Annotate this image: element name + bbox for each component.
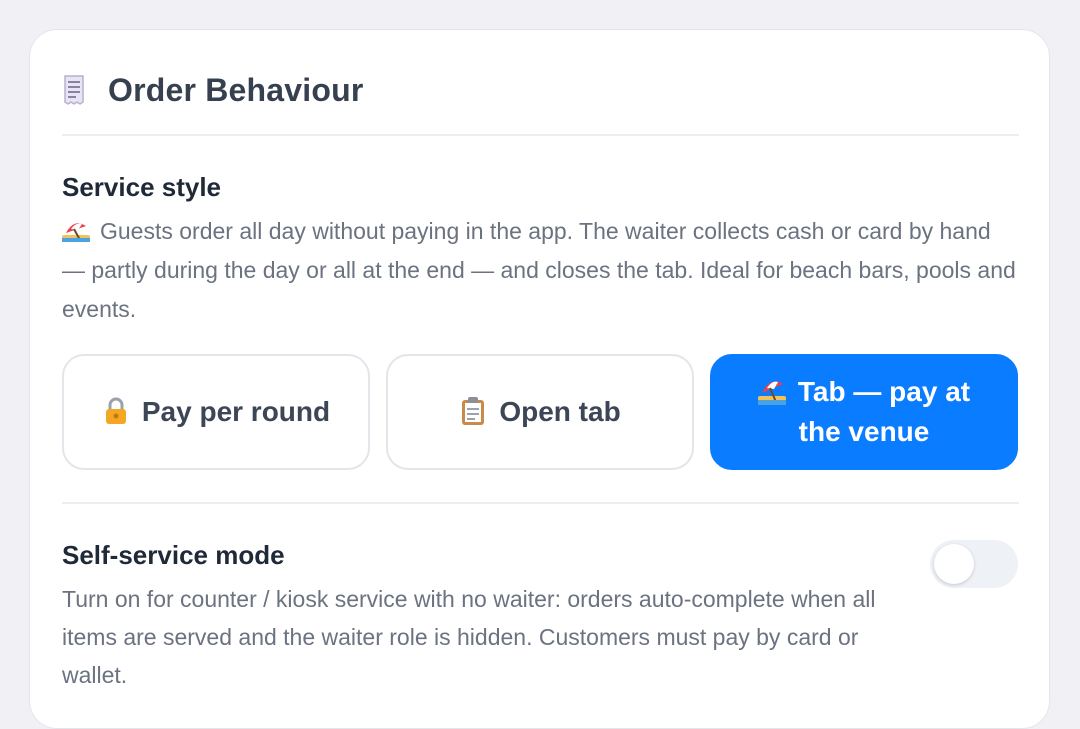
option-label: Open tab [499,396,621,427]
self-service-title: Self-service mode [62,540,285,570]
clipboard-icon [459,396,487,426]
order-behaviour-card: Order Behaviour Service style Guests ord… [29,29,1050,729]
card-header: Order Behaviour [62,68,364,112]
option-tab-pay-at-venue[interactable]: Tab — pay at the venue [710,354,1018,470]
option-label: Pay per round [141,396,331,427]
section-divider [62,502,1019,504]
service-style-description: Guests order all day without paying in t… [62,212,1019,329]
self-service-toggle[interactable] [930,540,1018,588]
beach-umbrella-icon [757,376,786,406]
service-style-description-text: Guests order all day without paying in t… [62,218,1016,322]
option-pay-per-round[interactable]: Pay per round [62,354,370,470]
page-title: Order Behaviour [108,71,364,108]
header-divider [62,134,1019,136]
beach-umbrella-icon [62,215,90,242]
lock-icon [102,396,130,426]
option-label: Tab — pay at the venue [797,376,971,447]
toggle-knob [934,544,974,584]
self-service-description: Turn on for counter / kiosk service with… [62,586,876,688]
service-style-title: Service style [62,172,222,202]
receipt-icon [62,74,86,106]
service-style-options: Pay per round Open tab Tab — pay at the … [62,354,1019,470]
option-open-tab[interactable]: Open tab [386,354,694,470]
